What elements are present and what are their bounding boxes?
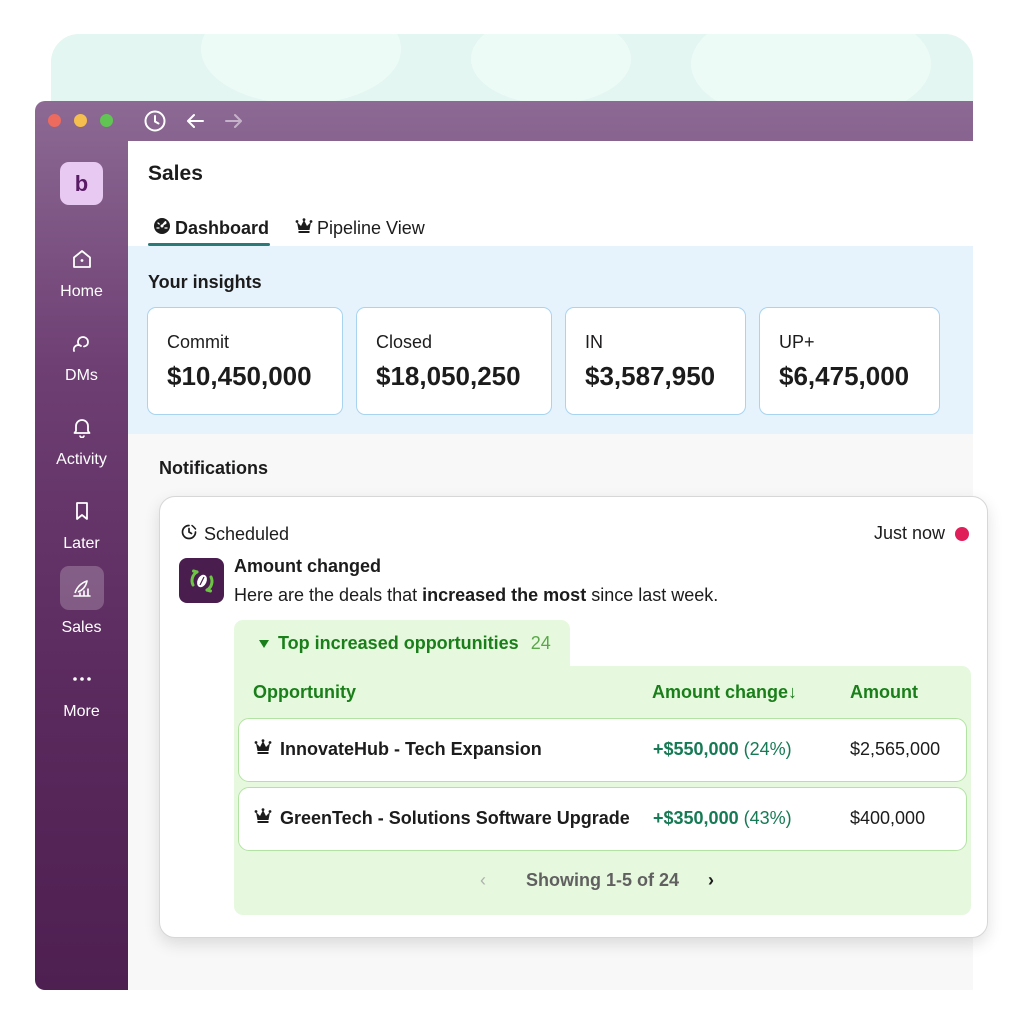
sidebar-item-later[interactable]: Later <box>35 489 128 553</box>
caret-down-icon <box>258 633 270 654</box>
insight-card-up-plus[interactable]: UP+ $6,475,000 <box>759 307 940 415</box>
insight-card-closed[interactable]: Closed $18,050,250 <box>356 307 552 415</box>
dms-icon <box>60 321 104 365</box>
insights-title: Your insights <box>148 272 262 292</box>
amount-change-percent: (43%) <box>743 808 792 828</box>
workspace-logo[interactable]: b <box>60 162 103 205</box>
forward-arrow-icon[interactable] <box>222 109 246 133</box>
gauge-icon <box>153 217 171 240</box>
notifications-title: Notifications <box>159 458 269 478</box>
back-arrow-icon[interactable] <box>183 109 207 133</box>
cloud-decoration <box>201 34 401 104</box>
opportunities-table: Opportunity Amount change↓ Amount Innova… <box>234 666 971 915</box>
maximize-window-button[interactable] <box>100 114 113 127</box>
insight-label: Commit <box>167 332 229 352</box>
sidebar-item-more[interactable]: More <box>35 657 128 721</box>
tab-label: Pipeline View <box>317 217 425 238</box>
home-icon <box>60 237 104 281</box>
tab-pipeline-view[interactable]: Pipeline View <box>295 215 425 241</box>
amount-change: +$350,000 (43%) <box>653 808 792 829</box>
unread-dot <box>955 526 969 541</box>
minimize-window-button[interactable] <box>74 114 87 127</box>
top-opportunities-toggle[interactable]: Top increased opportunities 24 <box>234 620 570 666</box>
title-bar <box>35 101 973 141</box>
page-title: Sales <box>148 162 203 185</box>
section-title: Top increased opportunities <box>278 632 519 653</box>
sidebar-item-label: Home <box>60 283 103 300</box>
sidebar-item-label: More <box>63 703 100 720</box>
insight-card-in[interactable]: IN $3,587,950 <box>565 307 746 415</box>
insight-label: UP+ <box>779 332 815 352</box>
column-header-amount-change[interactable]: Amount change↓ <box>652 682 797 703</box>
amount-change-value: +$550,000 <box>653 739 739 759</box>
insight-card-commit[interactable]: Commit $10,450,000 <box>147 307 343 415</box>
insight-value: $3,587,950 <box>585 361 716 391</box>
pager-status: Showing 1-5 of 24 <box>525 870 680 890</box>
sidebar-item-label: DMs <box>65 367 98 384</box>
table-row[interactable]: InnovateHub - Tech Expansion +$550,000 (… <box>238 718 967 782</box>
sidebar-item-sales[interactable]: Sales <box>35 566 128 637</box>
history-icon[interactable] <box>143 109 167 133</box>
table-row[interactable]: GreenTech - Solutions Software Upgrade +… <box>238 787 967 851</box>
sales-icon <box>59 566 104 610</box>
close-window-button[interactable] <box>48 114 61 127</box>
timestamp-text: Just now <box>873 523 945 543</box>
insight-value: $10,450,000 <box>167 361 312 391</box>
scheduled-label: Scheduled <box>180 523 289 546</box>
amount-change: +$550,000 (24%) <box>653 739 792 760</box>
message-text: Here are the deals that <box>234 585 423 605</box>
cloud-decoration <box>471 34 631 104</box>
app-avatar[interactable] <box>179 558 224 603</box>
tab-dashboard[interactable]: Dashboard <box>153 215 269 241</box>
sidebar-item-label: Later <box>63 535 100 552</box>
insight-label: Closed <box>376 332 433 352</box>
insights-section: Your insights Commit $10,450,000 Closed … <box>128 246 973 434</box>
opportunity-name-text: GreenTech - Solutions Software Upgrade <box>280 808 630 828</box>
pager-next-button[interactable]: › <box>708 870 714 891</box>
message-body: Here are the deals that increased the mo… <box>234 585 718 606</box>
scheduled-text: Scheduled <box>204 524 290 544</box>
amount-change-value: +$350,000 <box>653 808 739 828</box>
column-header-opportunity[interactable]: Opportunity <box>253 682 356 703</box>
sidebar-item-label: Sales <box>61 619 102 636</box>
sidebar-item-label: Activity <box>56 451 107 468</box>
opportunity-name: GreenTech - Solutions Software Upgrade <box>254 808 630 829</box>
sidebar-item-activity[interactable]: Activity <box>35 405 128 469</box>
insight-label: IN <box>585 332 603 352</box>
crown-icon <box>295 217 313 239</box>
amount-change-percent: (24%) <box>743 739 792 759</box>
message-text: since last week. <box>586 585 719 605</box>
opportunity-name-text: InnovateHub - Tech Expansion <box>280 739 542 759</box>
bell-icon <box>60 405 104 449</box>
notification-card: Scheduled Just now Amount changed Here a… <box>159 496 988 938</box>
crown-icon <box>254 808 272 829</box>
more-icon <box>60 657 104 701</box>
column-header-amount[interactable]: Amount <box>850 682 918 703</box>
amount-value: $400,000 <box>850 808 926 828</box>
opportunity-name: InnovateHub - Tech Expansion <box>254 739 542 760</box>
crown-icon <box>254 739 272 760</box>
amount-value: $2,565,000 <box>850 739 941 759</box>
section-count: 24 <box>530 632 551 653</box>
insight-value: $6,475,000 <box>779 361 910 391</box>
sidebar: b Home DMs Activity Later Sales More <box>35 141 128 990</box>
message-title: Amount changed <box>234 556 381 576</box>
tab-label: Dashboard <box>175 217 270 238</box>
bookmark-icon <box>60 489 104 533</box>
message-emphasis: increased the most <box>422 585 587 605</box>
timestamp: Just now <box>874 523 969 544</box>
page-header: Sales Dashboard Pipeline View <box>128 141 973 246</box>
scheduled-clock-icon <box>180 523 198 546</box>
insight-value: $18,050,250 <box>376 361 521 391</box>
sidebar-item-home[interactable]: Home <box>35 237 128 301</box>
sidebar-item-dms[interactable]: DMs <box>35 321 128 385</box>
